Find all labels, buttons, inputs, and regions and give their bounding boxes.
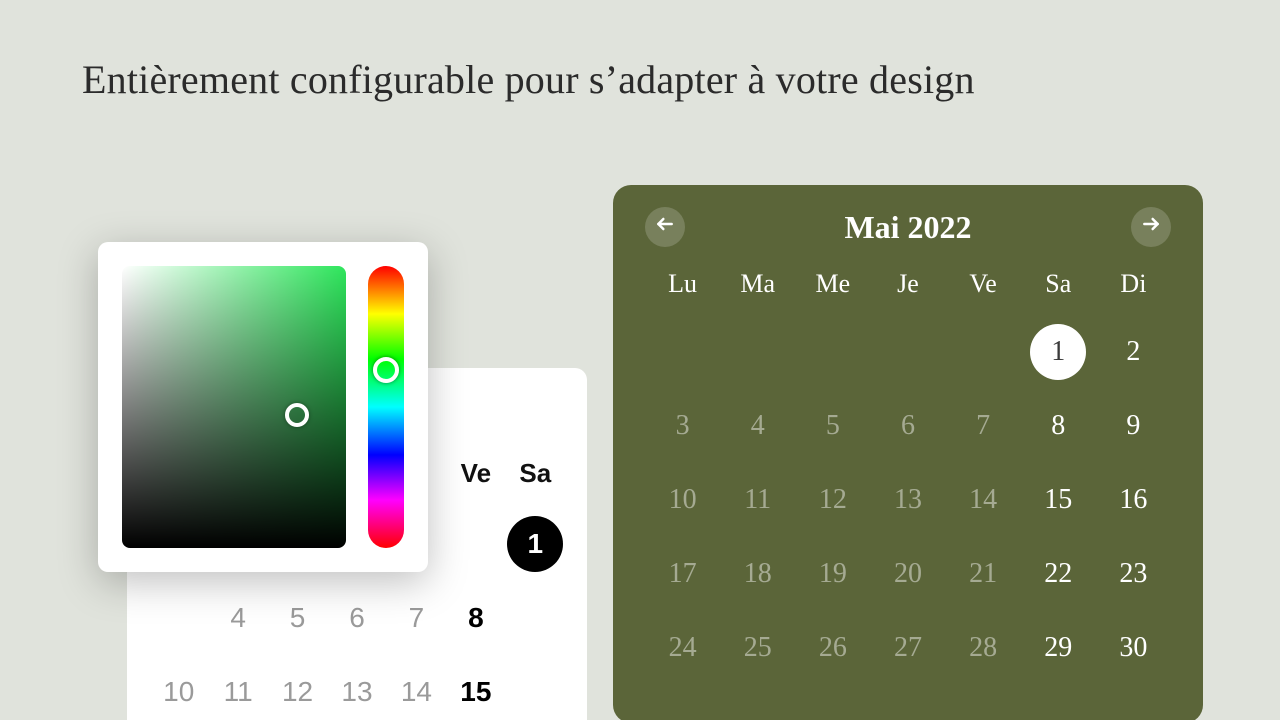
next-month-button[interactable] [1131, 207, 1171, 247]
calendar-day [645, 324, 720, 380]
prev-month-button[interactable] [645, 207, 685, 247]
weekday-label: Ma [720, 269, 795, 315]
color-picker-hue-handle[interactable] [373, 357, 399, 383]
calendar-day [946, 324, 1021, 380]
weekday-label: Je [870, 269, 945, 315]
calendar-day[interactable]: 26 [795, 620, 870, 676]
calendar-day[interactable]: 22 [1021, 546, 1096, 602]
calendar-week-row: 24252627282930 [645, 611, 1171, 685]
weekday-label: Ve [446, 458, 505, 507]
calendar-day[interactable]: 4 [208, 590, 267, 646]
calendar-day [149, 590, 208, 646]
calendar-week-row: 17181920212223 [645, 537, 1171, 611]
color-picker-saturation-area[interactable] [122, 266, 346, 548]
weekday-label: Lu [645, 269, 720, 315]
calendar-day[interactable]: 10 [149, 664, 208, 720]
calendar-day[interactable]: 5 [268, 590, 327, 646]
calendar-day[interactable]: 5 [795, 398, 870, 454]
calendar-day[interactable]: 11 [720, 472, 795, 528]
calendar-dark-grid: 1234567891011121314151617181920212223242… [645, 315, 1171, 685]
weekday-label: Sa [506, 458, 565, 507]
calendar-day-selected[interactable]: 1 [1021, 324, 1096, 380]
arrow-left-icon [655, 214, 675, 240]
calendar-dark: Mai 2022 LuMaMeJeVeSaDi 1234567891011121… [613, 185, 1203, 720]
calendar-day [506, 590, 565, 646]
weekday-label: Ve [946, 269, 1021, 315]
calendar-day[interactable]: 12 [795, 472, 870, 528]
calendar-day[interactable]: 8 [446, 590, 505, 646]
calendar-day[interactable]: 12 [268, 664, 327, 720]
calendar-day[interactable]: 14 [387, 664, 446, 720]
calendar-week-row: 10111213141516 [645, 463, 1171, 537]
calendar-day[interactable]: 29 [1021, 620, 1096, 676]
arrow-right-icon [1141, 214, 1161, 240]
calendar-day[interactable]: 25 [720, 620, 795, 676]
calendar-day[interactable]: 15 [1021, 472, 1096, 528]
calendar-dark-weekdays: LuMaMeJeVeSaDi [645, 269, 1171, 315]
calendar-day[interactable]: 16 [1096, 472, 1171, 528]
calendar-day[interactable]: 13 [870, 472, 945, 528]
calendar-day[interactable]: 6 [870, 398, 945, 454]
calendar-day[interactable]: 19 [795, 546, 870, 602]
calendar-day[interactable]: 13 [327, 664, 386, 720]
calendar-day[interactable]: 23 [1096, 546, 1171, 602]
calendar-day [870, 324, 945, 380]
calendar-day[interactable]: 28 [946, 620, 1021, 676]
calendar-day[interactable]: 4 [720, 398, 795, 454]
calendar-day[interactable]: 20 [870, 546, 945, 602]
calendar-day[interactable]: 18 [720, 546, 795, 602]
weekday-label: Di [1096, 269, 1171, 315]
calendar-day [506, 664, 565, 720]
weekday-label: Sa [1021, 269, 1096, 315]
calendar-day[interactable]: 10 [645, 472, 720, 528]
calendar-day[interactable]: 21 [946, 546, 1021, 602]
calendar-day-selected[interactable]: 1 [506, 516, 565, 572]
calendar-day[interactable]: 30 [1096, 620, 1171, 676]
calendar-day[interactable]: 14 [946, 472, 1021, 528]
calendar-day[interactable]: 17 [645, 546, 720, 602]
calendar-day[interactable]: 6 [327, 590, 386, 646]
calendar-day[interactable]: 27 [870, 620, 945, 676]
calendar-day [795, 324, 870, 380]
calendar-day[interactable]: 7 [946, 398, 1021, 454]
calendar-week-row: 101112131415 [149, 655, 565, 720]
calendar-day[interactable]: 8 [1021, 398, 1096, 454]
calendar-day[interactable]: 24 [645, 620, 720, 676]
calendar-week-row: 12 [645, 315, 1171, 389]
page-title: Entièrement configurable pour s’adapter … [82, 56, 975, 103]
calendar-day [446, 516, 505, 572]
calendar-day[interactable]: 2 [1096, 324, 1171, 380]
calendar-day[interactable]: 11 [208, 664, 267, 720]
calendar-day[interactable]: 3 [645, 398, 720, 454]
calendar-day[interactable]: 7 [387, 590, 446, 646]
weekday-label: Me [795, 269, 870, 315]
color-picker-hue-slider[interactable] [368, 266, 404, 548]
calendar-month-title: Mai 2022 [844, 209, 971, 246]
calendar-week-row: 3456789 [645, 389, 1171, 463]
calendar-day[interactable]: 15 [446, 664, 505, 720]
color-picker [98, 242, 428, 572]
color-picker-sv-handle[interactable] [285, 403, 309, 427]
calendar-day [720, 324, 795, 380]
calendar-day[interactable]: 9 [1096, 398, 1171, 454]
calendar-week-row: 45678 [149, 581, 565, 655]
